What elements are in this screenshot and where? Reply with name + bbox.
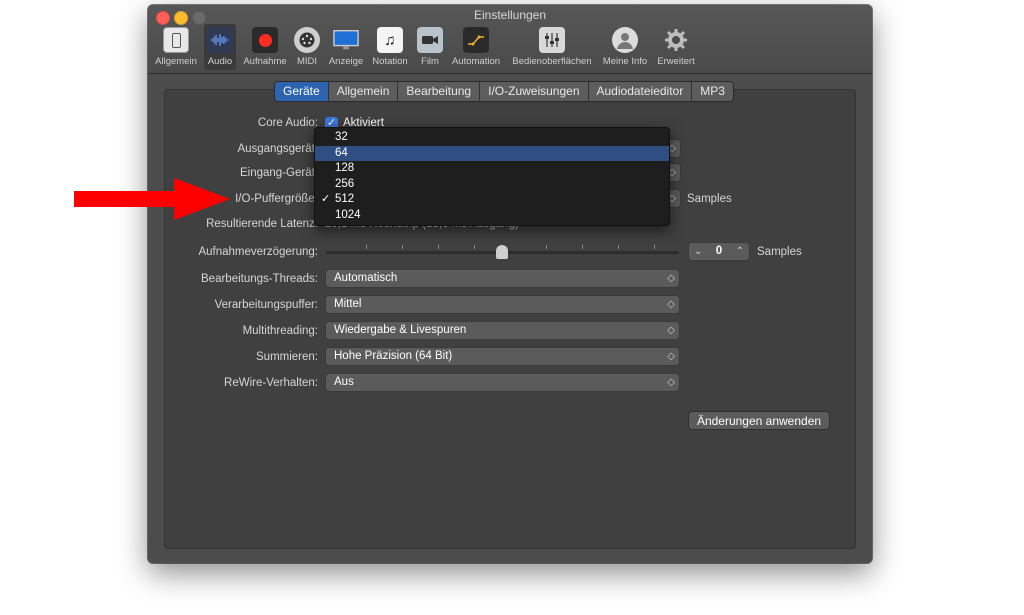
toolbar-item-automation[interactable]: Automation: [446, 24, 506, 70]
toolbar-label: MIDI: [296, 56, 318, 67]
buffer-size-dropdown-menu: 32 64 128 256 ✓ 512 1024: [314, 127, 670, 226]
tab-allgemein[interactable]: Allgemein: [329, 82, 399, 101]
toolbar-item-anzeige[interactable]: Anzeige: [326, 24, 366, 70]
summing-label: Summieren:: [256, 351, 318, 363]
chevron-up-icon[interactable]: ⌃: [736, 244, 744, 259]
toolbar-label: Erweitert: [657, 56, 695, 67]
tab-mp3[interactable]: MP3: [692, 82, 733, 101]
recording-delay-label: Aufnahmeverzögerung:: [198, 246, 318, 258]
updown-chevron-icon: ◇: [667, 299, 675, 310]
toolbar-item-meine-info[interactable]: Meine Info: [600, 24, 650, 70]
buffer-option-1024[interactable]: 1024: [315, 208, 669, 223]
toolbar-label: Aufnahme: [243, 56, 287, 67]
rewire-value: Aus: [334, 376, 354, 388]
titlebar: Einstellungen Allgemein Audio Aufnahme M…: [148, 5, 872, 74]
toolbar-item-allgemein[interactable]: Allgemein: [152, 24, 200, 70]
waveform-icon: [207, 27, 233, 53]
toolbar-label: Audio: [207, 56, 233, 67]
tab-audiodateieditor[interactable]: Audiodateieditor: [589, 82, 693, 101]
gear-icon: [663, 27, 689, 53]
toolbar-item-midi[interactable]: MIDI: [292, 24, 322, 70]
toolbar-item-bedienoberflaechen[interactable]: Bedienoberflächen: [506, 24, 598, 70]
buffer-option-128[interactable]: 128: [315, 161, 669, 176]
toolbar-item-erweitert[interactable]: Erweitert: [653, 24, 699, 70]
window-title: Einstellungen: [473, 8, 547, 22]
automation-icon: [463, 27, 489, 53]
midi-icon: [294, 27, 320, 53]
buffer-unit: Samples: [687, 193, 732, 205]
slider-tick: [546, 245, 547, 249]
red-arrow-annotation: [74, 178, 230, 220]
core-audio-label: Core Audio:: [257, 117, 318, 129]
slider-tick: [366, 245, 367, 249]
process-buffer-value: Mittel: [334, 298, 362, 310]
record-icon: [252, 27, 278, 53]
updown-chevron-icon: ◇: [667, 377, 675, 388]
recording-delay-slider-knob[interactable]: [496, 245, 508, 259]
multithreading-popup[interactable]: Wiedergabe & Livespuren ◇: [325, 321, 680, 340]
notation-icon: ♫: [377, 27, 403, 53]
buffer-option-256[interactable]: 256: [315, 177, 669, 192]
toolbar-label: Allgemein: [155, 56, 197, 67]
display-icon: [333, 27, 359, 53]
threads-value: Automatisch: [334, 272, 398, 284]
multithreading-value: Wiedergabe & Livespuren: [334, 324, 467, 336]
multithreading-label: Multithreading:: [242, 325, 318, 337]
process-buffer-label: Verarbeitungspuffer:: [214, 299, 318, 311]
slider-tick: [582, 245, 583, 249]
rewire-label: ReWire-Verhalten:: [224, 377, 318, 389]
tab-io-zuweisungen[interactable]: I/O-Zuweisungen: [480, 82, 589, 101]
buffer-option-32[interactable]: 32: [315, 130, 669, 145]
checkmark-icon: ✓: [321, 193, 331, 205]
switch-icon: [163, 27, 189, 53]
toolbar-label: Automation: [451, 56, 501, 67]
apply-changes-button[interactable]: Änderungen anwenden: [688, 411, 830, 430]
toolbar-item-film[interactable]: Film: [416, 24, 444, 70]
summing-value: Hohe Präzision (64 Bit): [334, 350, 453, 362]
threads-popup[interactable]: Automatisch ◇: [325, 269, 680, 288]
slider-tick: [402, 245, 403, 249]
user-icon: [612, 27, 638, 53]
tab-bearbeitung[interactable]: Bearbeitung: [398, 82, 481, 101]
buffer-option-512[interactable]: ✓ 512: [315, 192, 669, 207]
summing-popup[interactable]: Hohe Präzision (64 Bit) ◇: [325, 347, 680, 366]
toolbar-label: Film: [421, 56, 439, 67]
toolbar-item-audio[interactable]: Audio: [204, 24, 236, 70]
film-icon: [417, 27, 443, 53]
threads-label: Bearbeitungs-Threads:: [201, 273, 318, 285]
updown-chevron-icon: ◇: [667, 325, 675, 336]
process-buffer-popup[interactable]: Mittel ◇: [325, 295, 680, 314]
toolbar-label: Bedienoberflächen: [512, 56, 592, 67]
control-surface-icon: [539, 27, 565, 53]
buffer-option-64[interactable]: 64: [315, 146, 669, 161]
toolbar-label: Meine Info: [602, 56, 648, 67]
slider-tick: [474, 245, 475, 249]
updown-chevron-icon: ◇: [667, 273, 675, 284]
slider-tick: [618, 245, 619, 249]
tab-geraete[interactable]: Geräte: [275, 82, 329, 101]
toolbar-item-aufnahme[interactable]: Aufnahme: [240, 24, 290, 70]
toolbar-item-notation[interactable]: ♫ Notation: [368, 24, 412, 70]
slider-tick: [654, 245, 655, 249]
toolbar-label: Anzeige: [328, 56, 364, 67]
toolbar-label: Notation: [372, 56, 408, 67]
slider-tick: [438, 245, 439, 249]
updown-chevron-icon: ◇: [667, 351, 675, 362]
output-device-label: Ausgangsgerät:: [237, 143, 318, 155]
recording-delay-unit: Samples: [757, 246, 802, 258]
recording-delay-stepper[interactable]: ⌄ 0 ⌃: [688, 242, 750, 261]
tab-bar: Geräte Allgemein Bearbeitung I/O-Zuweisu…: [274, 81, 734, 102]
rewire-popup[interactable]: Aus ◇: [325, 373, 680, 392]
